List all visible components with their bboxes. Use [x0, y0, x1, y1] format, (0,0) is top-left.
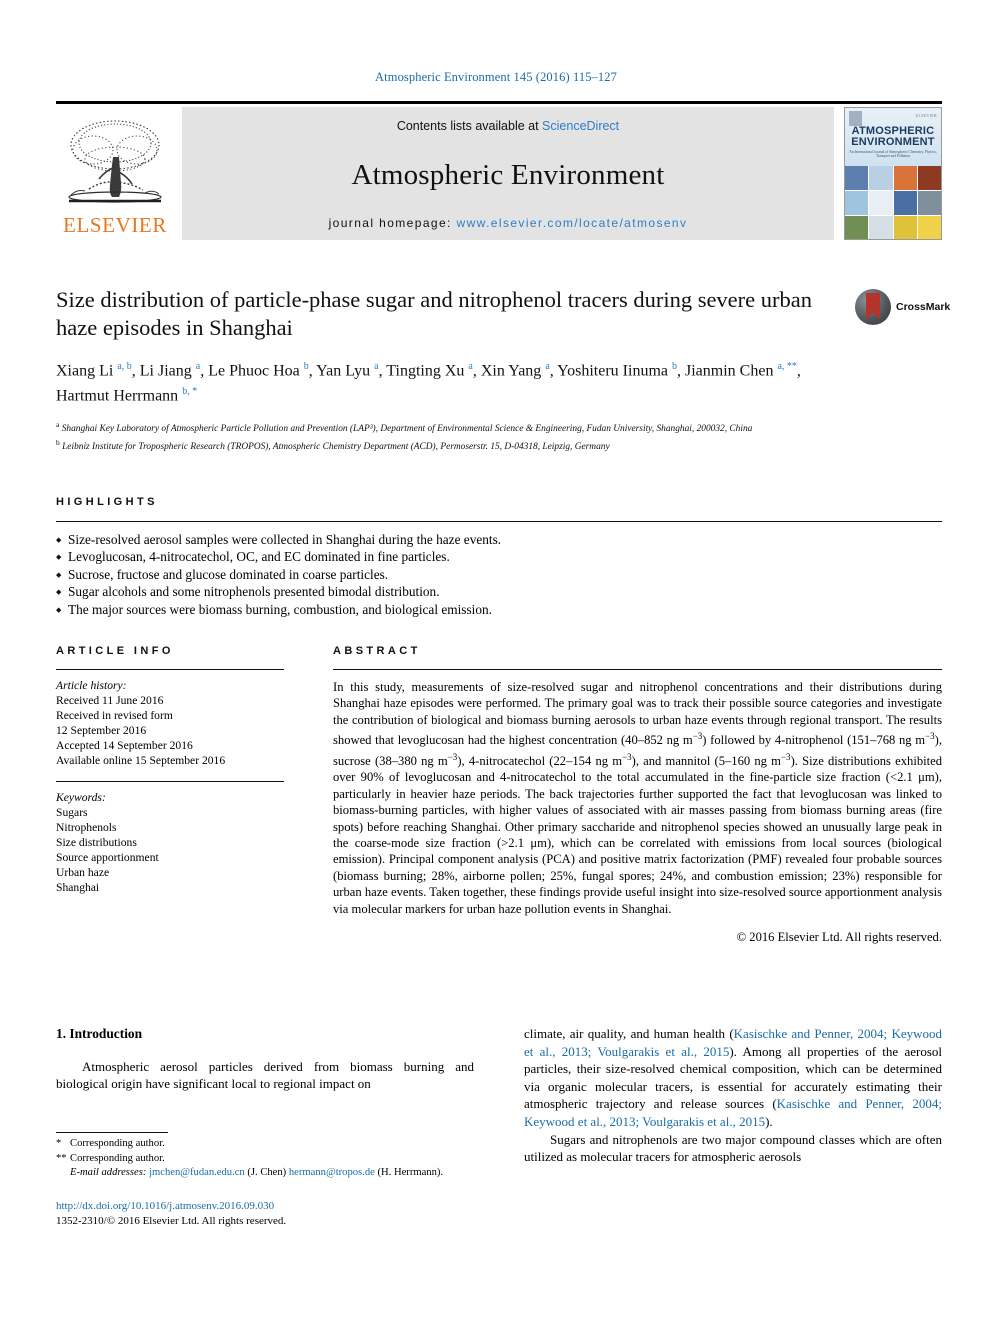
doi-link[interactable]: http://dx.doi.org/10.1016/j.atmosenv.201…: [56, 1200, 274, 1212]
cover-cell: [869, 191, 893, 215]
keyword-item: Sugars: [56, 805, 88, 819]
citation-link[interactable]: Kasischke and Penner, 2004; Keywood et a…: [524, 1026, 942, 1059]
footnotes-block: * Corresponding author. ** Corresponding…: [56, 1132, 474, 1181]
issn-copyright-line: 1352-2310/© 2016 Elsevier Ltd. All right…: [56, 1215, 287, 1227]
journal-title: Atmospheric Environment: [351, 159, 665, 191]
running-head: Atmospheric Environment 145 (2016) 115–1…: [375, 70, 617, 84]
abstract-section: ABSTRACT In this study, measurements of …: [333, 645, 942, 945]
cover-cell: [917, 166, 941, 190]
cover-title: ATMOSPHERIC ENVIRONMENT: [851, 125, 935, 148]
cover-cell: [869, 216, 893, 239]
keyword-item: Urban haze: [56, 866, 110, 880]
cover-cell: [845, 216, 869, 239]
highlights-list: Size-resolved aerosol samples were colle…: [56, 531, 942, 619]
paragraph: climate, air quality, and human health (…: [524, 1026, 942, 1129]
cover-cell: [845, 191, 869, 215]
article-info-section: ARTICLE INFO Article history: Received 1…: [56, 645, 284, 945]
copyright-line: © 2016 Elsevier Ltd. All rights reserved…: [736, 930, 942, 945]
journal-article-first-page: Atmospheric Environment 145 (2016) 115–1…: [0, 0, 992, 1323]
list-item: The major sources were biomass burning, …: [56, 601, 942, 619]
corresponding-author-note: * Corresponding author.: [56, 1137, 474, 1152]
info-abstract-row: ARTICLE INFO Article history: Received 1…: [56, 645, 942, 945]
affiliations: a Shanghai Key Laboratory of Atmospheric…: [56, 418, 846, 454]
cover-photo-mosaic: [845, 166, 941, 239]
paragraph: Sugars and nitrophenols are two major co…: [524, 1131, 942, 1165]
highlights-section: HIGHLIGHTS Size-resolved aerosol samples…: [56, 496, 942, 619]
history-item: 12 September 2016: [56, 724, 147, 738]
journal-banner: Contents lists available at ScienceDirec…: [182, 107, 834, 240]
cover-elsevier-mark: [849, 111, 862, 126]
cover-cell: [869, 166, 893, 190]
cover-cell: [893, 191, 917, 215]
affiliation-b: b Leibniz Institute for Tropospheric Res…: [56, 437, 610, 452]
elsevier-tree-icon: [59, 115, 171, 215]
keyword-item: Shanghai: [56, 881, 100, 895]
list-item: Sugar alcohols and some nitrophenols pre…: [56, 583, 942, 601]
cover-cell: [917, 216, 941, 239]
article-history-label: Article history:: [56, 679, 127, 692]
email-link-chen[interactable]: jmchen@fudan.edu.cn: [149, 1167, 245, 1178]
list-item: Sucrose, fructose and glucose dominated …: [56, 566, 942, 584]
title-block: Size distribution of particle-phase suga…: [56, 286, 846, 454]
history-item: Received 11 June 2016: [56, 694, 164, 708]
cover-cell: [917, 191, 941, 215]
journal-masthead: ELSEVIER Contents lists available at Sci…: [56, 101, 942, 240]
contents-lists-line: Contents lists available at ScienceDirec…: [397, 119, 619, 133]
history-item: Accepted 14 September 2016: [56, 739, 193, 753]
abstract-text: In this study, measurements of size-reso…: [333, 680, 943, 916]
footnote-divider: [56, 1132, 168, 1133]
elsevier-wordmark: ELSEVIER: [63, 213, 167, 237]
paragraph: Atmospheric aerosol particles derived fr…: [56, 1058, 474, 1092]
keywords-label: Keywords:: [56, 790, 106, 804]
cover-cell: [893, 166, 917, 190]
crossmark-label: CrossMark: [896, 301, 951, 313]
email-label: E-mail addresses:: [70, 1167, 147, 1179]
page-title: Size distribution of particle-phase suga…: [56, 287, 813, 340]
double-asterisk-icon: **: [56, 1152, 67, 1164]
keyword-item: Size distributions: [56, 835, 137, 849]
keyword-item: Nitrophenols: [56, 820, 117, 834]
sciencedirect-link[interactable]: ScienceDirect: [542, 119, 619, 133]
abstract-heading: ABSTRACT: [333, 645, 421, 657]
crossmark-icon: [855, 289, 891, 325]
cover-cell: [845, 166, 869, 190]
article-info-heading: ARTICLE INFO: [56, 645, 174, 657]
cover-subtitle: An International Journal of Atmospheric …: [849, 150, 937, 159]
keyword-item: Source apportionment: [56, 850, 159, 864]
email-link-herrmann[interactable]: hermann@tropos.de: [289, 1167, 375, 1178]
crossmark-badge[interactable]: CrossMark: [855, 285, 951, 329]
cover-cell: [893, 216, 917, 239]
history-item: Available online 15 September 2016: [56, 754, 226, 768]
keywords-block: Keywords: Sugars Nitrophenols Size distr…: [56, 790, 284, 896]
author-list: Xiang Li a, b, Li Jiang a, Le Phuoc Hoa …: [56, 361, 801, 405]
list-item: Levoglucosan, 4-nitrocatechol, OC, and E…: [56, 548, 942, 566]
corresponding-author-note-2: ** Corresponding author.: [56, 1152, 474, 1167]
cover-publisher-label: ELSEVIER: [915, 113, 937, 118]
homepage-label: journal homepage:: [328, 216, 457, 230]
journal-homepage-line: journal homepage: www.elsevier.com/locat…: [329, 216, 688, 230]
history-item: Received in revised form: [56, 709, 173, 723]
email-addresses: E-mail addresses: jmchen@fudan.edu.cn (J…: [56, 1166, 474, 1181]
doi-block: http://dx.doi.org/10.1016/j.atmosenv.201…: [56, 1199, 556, 1229]
list-item: Size-resolved aerosol samples were colle…: [56, 531, 942, 549]
email-owner-chen: (J. Chen): [247, 1167, 287, 1179]
section-title-introduction: 1. Introduction: [56, 1026, 143, 1041]
journal-cover-thumbnail: ELSEVIER ATMOSPHERIC ENVIRONMENT An Inter…: [844, 107, 942, 240]
contents-prefix: Contents lists available at: [396, 119, 543, 133]
email-owner-herrmann: (H. Herrmann).: [377, 1167, 444, 1179]
citation-link[interactable]: Kasischke and Penner, 2004; Keywood et a…: [524, 1096, 942, 1129]
body-column-right: climate, air quality, and human health (…: [524, 1025, 942, 1166]
homepage-url[interactable]: www.elsevier.com/locate/atmosenv: [457, 216, 688, 230]
asterisk-icon: *: [56, 1138, 62, 1149]
article-history: Article history: Received 11 June 2016 R…: [56, 678, 284, 769]
elsevier-logo: ELSEVIER: [56, 107, 174, 240]
highlights-heading: HIGHLIGHTS: [56, 496, 158, 508]
affiliation-a: a Shanghai Key Laboratory of Atmospheric…: [56, 419, 753, 434]
